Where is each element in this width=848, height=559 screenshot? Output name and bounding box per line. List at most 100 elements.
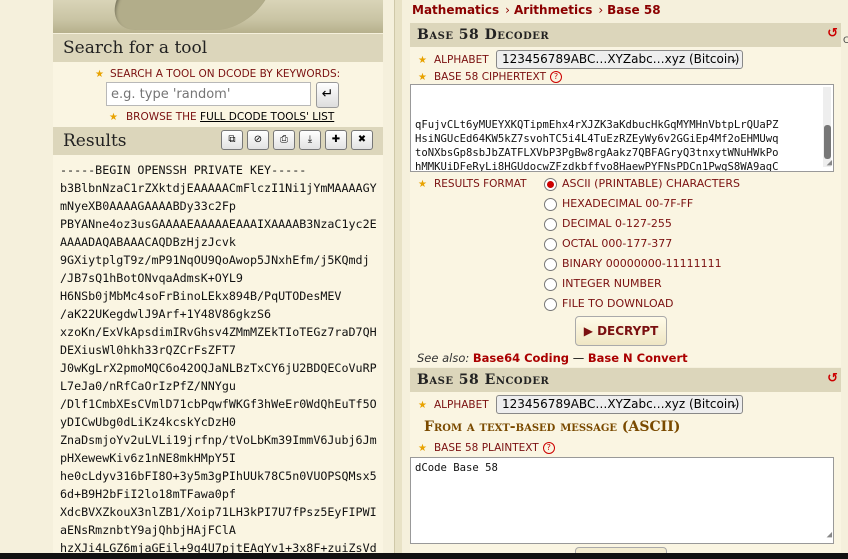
tool-photo <box>53 0 383 33</box>
copy-button[interactable]: ⧉ <box>221 130 243 150</box>
reload-icon[interactable]: ↺ <box>827 26 838 41</box>
decrypt-button[interactable]: ▶ DECRYPT <box>575 316 667 346</box>
base-n-convert-link[interactable]: Base N Convert <box>588 351 688 365</box>
results-line: /aK22UKegdwlJ9Arf+1Y48V86gkzS6 <box>60 307 272 321</box>
star-icon: ★ <box>418 55 427 66</box>
results-header: Results ⧉ ⊘ ⎙ ⤓ ✚ ✖ <box>53 127 383 155</box>
alphabet-label: ★ ALPHABET <box>418 399 489 411</box>
star-icon: ★ <box>418 400 427 411</box>
breadcrumb-item[interactable]: Mathematics <box>412 3 499 17</box>
format-option-label: DECIMAL 0-127-255 <box>562 217 672 230</box>
results-line: xzoKn/ExVkApsdimIRvGhsv4ZMmMZEkTIoTEGz7r… <box>60 325 377 339</box>
results-line: pHXewewKiv6z1nNE8mkHMpY5I <box>60 451 236 465</box>
enter-icon: ↵ <box>321 86 334 102</box>
clear-icon: ⊘ <box>253 134 263 145</box>
download-icon: ⤓ <box>307 134 313 145</box>
search-title: Search for a tool <box>63 38 208 58</box>
results-line: b3BlbnNzaC1rZXktdjEAAAAACmFlczI1Ni1jYmMA… <box>60 181 377 195</box>
format-option[interactable]: HEXADECIMAL 00-7F-FF <box>544 197 693 211</box>
format-option-label: OCTAL 000-177-377 <box>562 237 673 250</box>
left-sidebar: Search for a tool ★ SEARCH A TOOL ON DCOD… <box>0 0 394 559</box>
results-output[interactable]: -----BEGIN OPENSSH PRIVATE KEY----- b3Blb… <box>53 155 383 559</box>
ciphertext-line: qFujvCLt6yMUEYXKQTipmEhx4rXJZK3aKdbucHkG… <box>415 119 779 131</box>
resize-handle-icon[interactable]: ◢ <box>827 528 832 542</box>
encoder-panel: ★ ALPHABET 123456789ABC…XYZabc…xyz (Bitco… <box>410 392 841 559</box>
breadcrumb-item[interactable]: Arithmetics <box>514 3 592 17</box>
format-option[interactable]: DECIMAL 0-127-255 <box>544 217 672 231</box>
radio-button[interactable] <box>544 197 557 211</box>
format-option-label: FILE TO DOWNLOAD <box>562 297 674 310</box>
print-button[interactable]: ⎙ <box>273 130 295 150</box>
star-icon: ★ <box>418 72 427 83</box>
encoder-title: Base 58 Encoder <box>417 372 550 388</box>
star-icon: ★ <box>95 69 104 80</box>
edge-letter: C <box>843 36 848 46</box>
ciphertext-line: toNXbsGp8sbJbZATFLXVbP3PgBw8rgAakz7QBFAG… <box>415 147 779 159</box>
format-option[interactable]: INTEGER NUMBER <box>544 277 662 291</box>
results-line: aENsRmznbtY9ajQhbjHAjFClA <box>60 523 236 537</box>
results-line: DEXiusWl0hkh33rQZCrFsZFT7 <box>60 343 236 357</box>
breadcrumb-item[interactable]: Base 58 <box>607 3 660 17</box>
results-line: /Dlf1CmbXEsCVmlD71cbPqwfWKGf3hWeEr0WdQhE… <box>60 397 377 411</box>
radio-button[interactable] <box>544 237 557 251</box>
scrollbar[interactable] <box>823 87 831 167</box>
radio-button[interactable] <box>544 177 557 191</box>
decoder-title: Base 58 Decoder <box>417 27 550 43</box>
see-also: See also: Base64 Coding — Base N Convert <box>417 351 688 365</box>
format-option[interactable]: FILE TO DOWNLOAD <box>544 297 673 311</box>
format-option[interactable]: OCTAL 000-177-377 <box>544 237 672 251</box>
encoder-header: Base 58 Encoder ↺ <box>410 368 841 392</box>
print-icon: ⎙ <box>280 134 288 145</box>
resize-handle-icon[interactable]: ◢ <box>827 156 832 170</box>
results-line: mNyeXB0AAAAGAAAABDy33c2Fp <box>60 199 236 213</box>
format-option-label: INTEGER NUMBER <box>562 277 662 290</box>
search-label: ★ SEARCH A TOOL ON DCODE BY KEYWORDS: <box>95 68 341 80</box>
search-panel: ★SEARCH A TOOL ON DCODE BY KEYWORDS: ↵ ★… <box>53 62 383 128</box>
search-header: Search for a tool <box>53 34 383 62</box>
results-line: AAAADAQABAAACAQDBzHjzJcvk <box>60 235 236 249</box>
format-option-label: ASCII (PRINTABLE) CHARACTERS <box>562 177 740 190</box>
ciphertext-label: ★ BASE 58 CIPHERTEXT? <box>418 71 562 83</box>
help-icon[interactable]: ? <box>542 442 555 454</box>
main-content: Mathematics › Arithmetics › Base 58 C Base 5… <box>402 0 848 559</box>
results-line: ZnaDsmjoYv2uLVLi19jrfnp/tVoLbKm39ImmV6Ju… <box>60 433 377 447</box>
full-tools-list-link[interactable]: FULL DCODE TOOLS' LIST <box>200 111 334 123</box>
reload-icon[interactable]: ↺ <box>827 371 838 386</box>
clear-button[interactable]: ⊘ <box>247 130 269 150</box>
ciphertext-input[interactable]: qFujvCLt6yMUEYXKQTipmEhx4rXJZK3aKdbucHkG… <box>410 84 834 172</box>
results-line: he0cLdyv316bFI8O+3y5m3gPIhUUk78C5n0VUOPS… <box>60 469 377 483</box>
radio-button[interactable] <box>544 217 557 231</box>
help-icon[interactable]: ? <box>549 71 562 83</box>
results-line: /JB7sQ1hBotONvqaAdmsK+OYL9 <box>60 271 243 285</box>
results-line: XdcBVXZkouX3nlZB1/Xoip71LH3kPI7U7fPsz5Ey… <box>60 505 377 519</box>
breadcrumb: Mathematics › Arithmetics › Base 58 <box>412 3 661 17</box>
results-format-label: ★ RESULTS FORMAT <box>418 178 527 190</box>
star-icon: ★ <box>418 179 427 190</box>
search-input[interactable] <box>106 82 311 106</box>
base64-coding-link[interactable]: Base64 Coding <box>473 351 569 365</box>
column-splitter[interactable] <box>394 0 402 559</box>
plaintext-input[interactable]: dCode Base 58 ◢ <box>410 457 834 544</box>
format-option[interactable]: ASCII (PRINTABLE) CHARACTERS <box>544 177 740 191</box>
radio-button[interactable] <box>544 277 557 291</box>
radio-button[interactable] <box>544 257 557 271</box>
chevron-down-icon: ⌄ <box>729 399 738 410</box>
pin-icon: ✚ <box>331 134 341 145</box>
star-icon: ★ <box>418 443 427 454</box>
decoder-alphabet-select[interactable]: 123456789ABC…XYZabc…xyz (Bitcoin) ⌄ <box>496 50 743 69</box>
results-line: PBYANne4oz3usGAAAAEAAAAAEAAAIXAAAAB3NzaC… <box>60 217 377 231</box>
alphabet-label: ★ ALPHABET <box>418 54 489 66</box>
radio-button[interactable] <box>544 297 557 311</box>
format-option[interactable]: BINARY 00000000-11111111 <box>544 257 722 271</box>
ciphertext-line: HsiNGUcEd64KW5kZ7svohTC5i4L4TuEzRZEyWy6v… <box>415 133 779 145</box>
close-icon: ✖ <box>357 134 367 145</box>
format-option-label: BINARY 00000000-11111111 <box>562 257 722 270</box>
decoder-header: Base 58 Decoder ↺ <box>410 23 841 47</box>
pin-button[interactable]: ✚ <box>325 130 347 150</box>
close-button[interactable]: ✖ <box>351 130 373 150</box>
download-button[interactable]: ⤓ <box>299 130 321 150</box>
star-icon: ★ <box>109 112 118 123</box>
encoder-alphabet-select[interactable]: 123456789ABC…XYZabc…xyz (Bitcoin) ⌄ <box>496 395 743 414</box>
search-submit-button[interactable]: ↵ <box>316 82 339 108</box>
format-option-label: HEXADECIMAL 00-7F-FF <box>562 197 694 210</box>
